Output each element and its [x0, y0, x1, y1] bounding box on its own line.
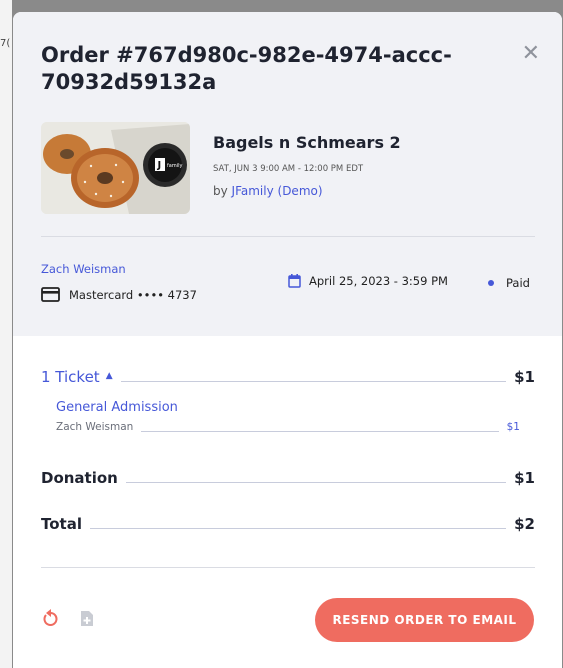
payment-method: Mastercard •••• 4737 — [41, 287, 197, 302]
dotted-leader — [120, 380, 507, 382]
dotted-leader — [125, 481, 507, 483]
chevron-up-icon[interactable]: ▲ — [106, 371, 113, 381]
ticket-holder-row: Zach Weisman $1 — [56, 421, 520, 433]
calendar-icon — [288, 274, 301, 288]
bagel-photo: J family — [41, 122, 190, 214]
footer-actions — [42, 609, 94, 631]
logo-word: family — [167, 163, 182, 169]
order-header: Order #767d980c-982e-4974-accc-70932d591… — [13, 12, 562, 336]
ticket-holder-amount: $1 — [506, 421, 520, 433]
total-amount: $2 — [514, 515, 535, 533]
card-label: Mastercard •••• 4737 — [69, 287, 197, 302]
purchase-date-text: April 25, 2023 - 3:59 PM — [309, 274, 448, 288]
footer-divider — [41, 567, 535, 568]
total-label: Total — [41, 515, 82, 533]
header-divider — [41, 236, 535, 237]
background-text: 7( — [0, 38, 11, 49]
credit-card-icon — [41, 287, 60, 302]
resend-order-button[interactable]: RESEND ORDER TO EMAIL — [315, 598, 534, 642]
event-organizer-line: by JFamily (Demo) — [213, 184, 401, 198]
order-details-modal: Order #767d980c-982e-4974-accc-70932d591… — [13, 12, 562, 668]
organizer-link[interactable]: JFamily (Demo) — [232, 184, 323, 198]
payment-status: Paid — [488, 276, 530, 290]
buyer-name[interactable]: Zach Weisman — [41, 262, 126, 276]
tickets-row[interactable]: 1 Ticket ▲ $1 — [41, 368, 535, 386]
add-document-icon[interactable] — [80, 610, 94, 631]
logo-letter: J — [157, 160, 162, 171]
purchase-date: April 25, 2023 - 3:59 PM — [288, 274, 448, 288]
ticket-holder-name: Zach Weisman — [56, 421, 134, 433]
total-row: Total $2 — [41, 515, 535, 533]
event-info: Bagels n Schmears 2 SAT, JUN 3 9:00 AM -… — [213, 133, 401, 198]
close-icon[interactable]: ✕ — [522, 43, 540, 65]
by-label: by — [213, 184, 228, 198]
tickets-amount: $1 — [514, 368, 535, 386]
event-name: Bagels n Schmears 2 — [213, 133, 401, 152]
dotted-leader — [141, 430, 499, 432]
ticket-type: General Admission — [56, 400, 178, 415]
background-page: 7( — [0, 0, 12, 668]
event-image: J family — [41, 122, 190, 214]
status-dot — [488, 280, 494, 286]
order-title: Order #767d980c-982e-4974-accc-70932d591… — [41, 43, 452, 94]
donation-row: Donation $1 — [41, 469, 535, 487]
donation-amount: $1 — [514, 469, 535, 487]
refund-icon[interactable] — [42, 609, 58, 631]
donation-label: Donation — [41, 469, 118, 487]
event-date: SAT, JUN 3 9:00 AM - 12:00 PM EDT — [213, 164, 364, 174]
tickets-label[interactable]: 1 Ticket — [41, 368, 100, 386]
status-text: Paid — [506, 276, 530, 290]
dotted-leader — [89, 527, 507, 529]
